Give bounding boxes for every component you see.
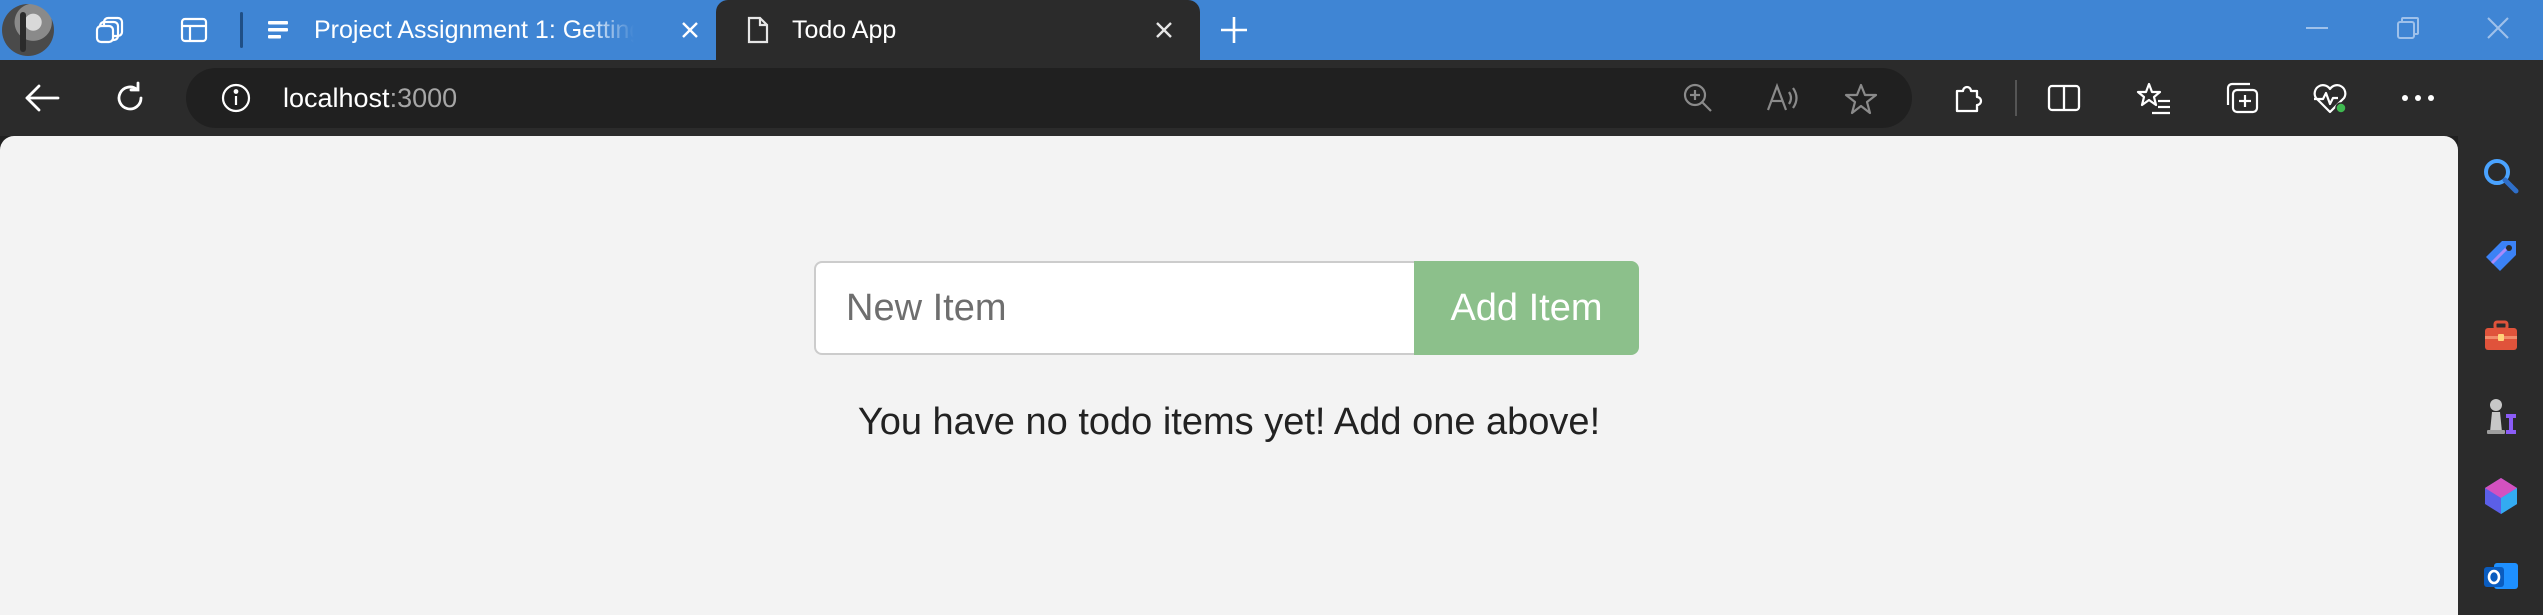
- minimize-button[interactable]: [2272, 0, 2362, 56]
- more-options-icon[interactable]: [2396, 76, 2440, 120]
- tab-separator: [240, 12, 243, 48]
- site-info-icon[interactable]: [220, 82, 252, 119]
- vertical-tabs-icon[interactable]: [174, 10, 214, 50]
- close-window-button[interactable]: [2453, 0, 2543, 56]
- tab-todo-app[interactable]: Todo App: [716, 0, 1200, 60]
- address-bar[interactable]: localhost:3000: [186, 68, 1912, 128]
- url-port: :3000: [389, 83, 458, 113]
- favorites-icon[interactable]: [2132, 76, 2176, 120]
- document-lines-icon: [264, 16, 292, 44]
- page-icon: [744, 16, 772, 44]
- back-arrow-icon[interactable]: [20, 76, 64, 120]
- search-icon[interactable]: [2478, 153, 2524, 199]
- close-tab-icon[interactable]: [1148, 14, 1180, 46]
- tools-briefcase-icon[interactable]: [2478, 313, 2524, 359]
- url-text[interactable]: localhost:3000: [283, 83, 457, 114]
- browser-essentials-icon[interactable]: [2308, 76, 2352, 120]
- zoom-icon[interactable]: [1682, 82, 1714, 119]
- edge-sidebar: [2458, 60, 2543, 615]
- tab-title: Todo App: [792, 15, 897, 44]
- restore-button[interactable]: [2363, 0, 2453, 56]
- read-aloud-icon[interactable]: [1766, 82, 1800, 119]
- new-tab-button[interactable]: [1214, 10, 1254, 50]
- url-host: localhost: [283, 83, 390, 113]
- tab-project-assignment[interactable]: Project Assignment 1: Getting Started: [252, 0, 714, 60]
- empty-state-message: You have no todo items yet! Add one abov…: [857, 401, 1601, 443]
- workspaces-icon[interactable]: [90, 10, 130, 50]
- games-chess-icon[interactable]: [2478, 393, 2524, 439]
- add-todo-form: Add Item: [814, 261, 1639, 355]
- tab-title: Project Assignment 1: Getting Started: [314, 15, 634, 44]
- split-screen-icon[interactable]: [2042, 76, 2086, 120]
- extensions-icon[interactable]: [1946, 76, 1990, 120]
- collections-icon[interactable]: [2220, 76, 2264, 120]
- new-item-input[interactable]: [814, 261, 1414, 355]
- shopping-tag-icon[interactable]: [2478, 233, 2524, 279]
- add-item-button[interactable]: Add Item: [1414, 261, 1639, 355]
- toolbar-separator: [2015, 80, 2017, 116]
- refresh-icon[interactable]: [108, 76, 152, 120]
- page-viewport: Add Item You have no todo items yet! Add…: [0, 136, 2458, 615]
- outlook-icon[interactable]: [2478, 553, 2524, 599]
- browser-toolbar: localhost:3000: [0, 60, 2543, 136]
- close-tab-icon[interactable]: [674, 14, 706, 46]
- favorite-star-icon[interactable]: [1844, 82, 1878, 121]
- microsoft-365-icon[interactable]: [2478, 473, 2524, 519]
- tab-strip: Project Assignment 1: Getting Started To…: [0, 0, 2543, 60]
- profile-avatar[interactable]: [2, 4, 54, 56]
